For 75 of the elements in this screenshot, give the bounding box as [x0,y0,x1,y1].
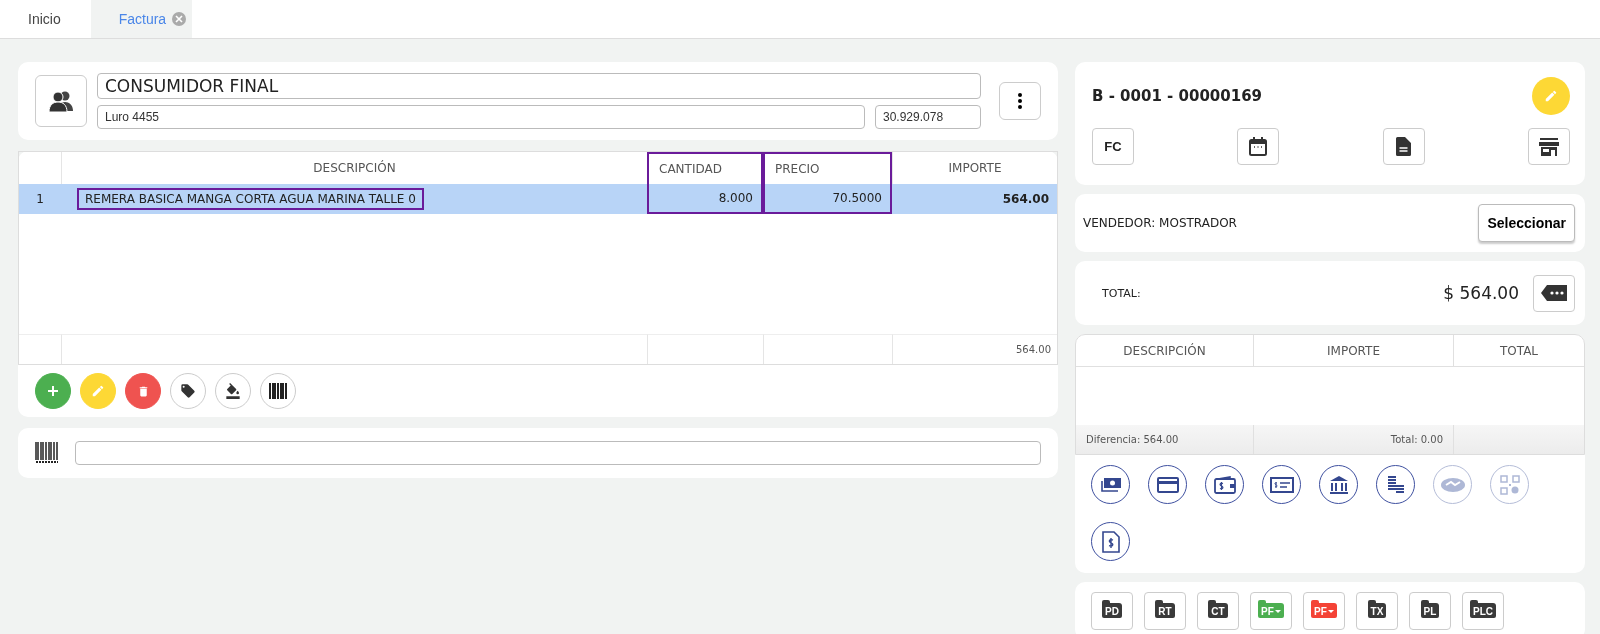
customer-button[interactable] [35,75,87,127]
qr-code-icon [1499,474,1520,495]
document-type-button[interactable]: CT [1197,591,1239,630]
more-options-button[interactable] [999,82,1041,120]
select-seller-button[interactable]: Seleccionar [1478,204,1575,242]
users-icon [48,90,74,112]
table-cell: 8.000 [647,184,763,214]
wallet-icon [1213,475,1236,494]
add-button[interactable] [35,373,71,409]
check-payment-button[interactable] [1262,465,1301,504]
credit-card-icon [1156,476,1179,493]
delete-button[interactable] [125,373,161,409]
folder-label: PL [1420,603,1440,618]
address-field[interactable]: Luro 4455 [97,105,865,129]
fill-button[interactable] [215,373,251,409]
tab[interactable]: Inicio [8,0,81,38]
cash-payment-button[interactable] [1091,465,1130,504]
cheque-icon [1269,476,1294,493]
document-button[interactable] [1382,128,1425,165]
tag-icon [180,383,196,399]
barcode-icon [269,383,287,399]
wallet-payment-button[interactable] [1205,465,1244,504]
table-cell: 1 [19,184,61,214]
folder-label: PD [1102,603,1122,618]
total-value: $ 564.00 [1443,283,1519,303]
document-field[interactable]: 30.929.078 [875,105,981,129]
tag-button[interactable] [170,373,206,409]
customer-name-field[interactable]: CONSUMIDOR FINAL [97,73,981,99]
barcode-button[interactable] [260,373,296,409]
folder-label: RT [1155,603,1175,618]
document-type-button[interactable]: RT [1144,591,1186,630]
table-cell: 70.5000 [763,184,892,214]
column-header: TOTAL [1453,335,1584,367]
folder-label: TX [1367,603,1387,618]
column-header: DESCRIPCIÓN [1076,335,1253,367]
discount-button[interactable] [1533,274,1575,312]
column-header: IMPORTE [1253,335,1453,367]
more-vertical-icon [1018,93,1022,109]
document-type-button[interactable]: PLC [1462,591,1504,630]
table-cell: REMERA BASICA MANGA CORTA AGUA MARINA TALLE 0 [77,188,424,210]
barcode-icon [35,442,59,464]
folder-label: PLC [1470,603,1496,618]
invoice-type-button[interactable]: FC [1092,128,1134,165]
bank-icon [1328,474,1349,495]
table-cell: 564.00 [892,184,1057,214]
payments-total-text: Total: 0.00 [1390,434,1443,445]
document-icon [1396,137,1412,156]
receipt-icon [1101,530,1120,553]
barcode-input[interactable] [75,441,1041,465]
seller-label: VENDEDOR: MOSTRADOR [1083,216,1237,230]
tag-icon [1541,285,1567,301]
document-type-button[interactable]: PL [1409,591,1451,630]
date-button[interactable] [1237,128,1280,165]
total-label: TOTAL: [1102,286,1142,300]
folder-label: CT [1208,603,1228,618]
folder-label: PF [1311,603,1337,618]
receipt-payment-button[interactable] [1091,522,1130,561]
bank-payment-button[interactable] [1319,465,1358,504]
banknote-icon [1099,476,1122,493]
table-footer-cell: 564.00 [892,334,1057,364]
calendar-icon [1249,137,1268,156]
pencil-icon [91,384,105,398]
document-type-button[interactable]: TX [1356,591,1398,630]
document-type-button[interactable]: PF [1303,591,1345,630]
card-payment-button[interactable] [1148,465,1187,504]
store-icon [1539,137,1559,156]
plus-icon [47,385,59,397]
pencil-icon [1544,89,1558,103]
coins-payment-button[interactable] [1376,465,1415,504]
paint-bucket-icon [225,383,241,399]
document-type-button[interactable]: PD [1091,591,1133,630]
difference-text: Diferencia: 564.00 [1086,434,1179,445]
invoice-number: B - 0001 - 00000169 [1092,87,1263,105]
store-button[interactable] [1528,128,1570,165]
folder-label: PF [1258,603,1284,618]
